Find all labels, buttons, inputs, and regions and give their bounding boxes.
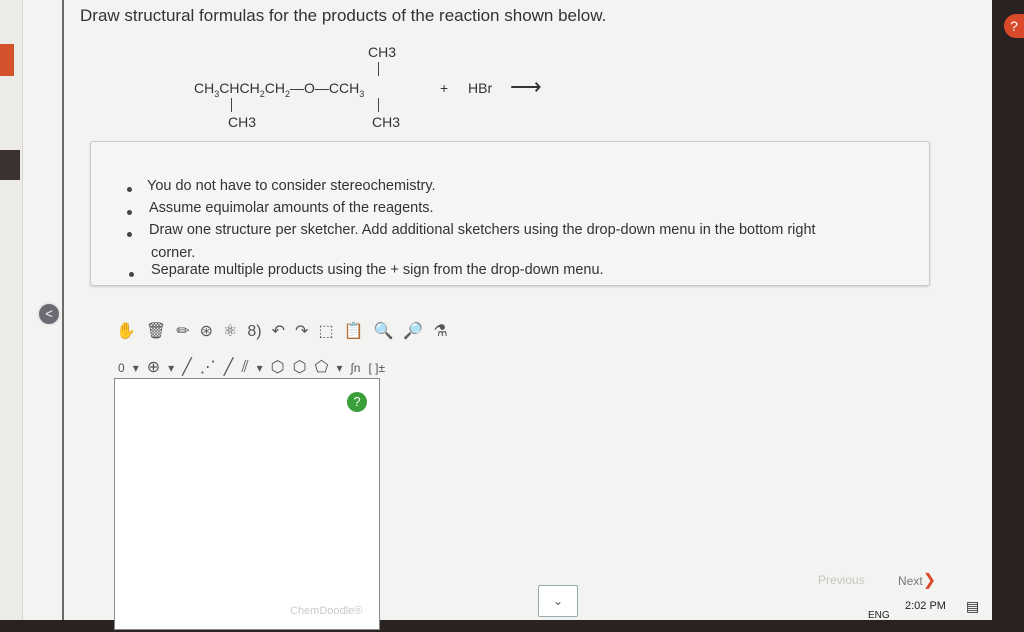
copy-icon[interactable]: ⬚ bbox=[318, 322, 333, 342]
help-icon[interactable]: ? bbox=[1004, 14, 1024, 38]
zoom-in-icon[interactable]: 🔍 bbox=[373, 322, 393, 342]
drawing-canvas[interactable] bbox=[114, 378, 380, 630]
reagent-hbr: HBr bbox=[468, 80, 493, 96]
next-button[interactable]: Next❯ bbox=[898, 570, 936, 590]
left-panel-strip bbox=[0, 0, 23, 620]
plus-sign: + bbox=[440, 80, 449, 96]
ether-oxygen: —O— bbox=[289, 80, 329, 96]
bracket-icon[interactable]: [ ]± bbox=[368, 358, 385, 378]
charge-plus-icon[interactable]: ⊕ bbox=[147, 358, 160, 378]
watermark-text: ChemDoodle® bbox=[290, 605, 363, 617]
undo-icon[interactable]: ↶ bbox=[272, 322, 285, 342]
benzene-icon[interactable]: ⬡ bbox=[293, 358, 307, 378]
dashed-bond-icon[interactable]: ⋰ bbox=[200, 358, 216, 378]
double-bond-icon[interactable]: ⫽ bbox=[241, 358, 248, 378]
instruction-4: Separate multiple products using the + s… bbox=[151, 262, 604, 278]
bottom-left-bond bbox=[231, 98, 232, 112]
notification-icon[interactable]: ▤ bbox=[966, 598, 979, 615]
pentagon-icon[interactable]: ⬠ bbox=[315, 358, 329, 378]
bottom-right-bond bbox=[378, 98, 379, 112]
chevron-down-icon[interactable]: ▾ bbox=[336, 358, 342, 378]
screen: < Draw structural formulas for the produ… bbox=[0, 0, 992, 630]
instruction-1: You do not have to consider stereochemis… bbox=[147, 178, 436, 194]
instruction-3: Draw one structure per sketcher. Add add… bbox=[149, 222, 816, 238]
eraser-icon[interactable]: ✏ bbox=[176, 322, 189, 342]
chevron-down-icon[interactable]: ▾ bbox=[133, 358, 139, 378]
next-label: Next bbox=[898, 574, 923, 588]
bullet-dot bbox=[127, 187, 132, 192]
left-accent-red bbox=[0, 44, 14, 76]
chevron-right-icon: ❯ bbox=[922, 572, 937, 589]
bottom-right-methyl: CH3 bbox=[372, 114, 401, 130]
top-bond bbox=[378, 62, 379, 76]
toolbar-row-1: ✋ 🗑 ✏ ⊛ ⚛ 8) ↶ ↷ ⬚ 📋 🔍 🔎 ⚗ bbox=[116, 318, 448, 346]
panel-divider bbox=[62, 0, 64, 620]
template-icon[interactable]: ⚛ bbox=[223, 322, 237, 342]
bullet-dot bbox=[127, 232, 132, 237]
top-methyl: CH3 bbox=[368, 44, 397, 60]
reaction-arrow: ⟶ bbox=[510, 74, 542, 99]
single-bond-icon[interactable]: ╱ bbox=[182, 358, 192, 378]
ring-icon[interactable]: ⊛ bbox=[200, 322, 213, 342]
sketcher-dropdown[interactable]: ⌄ bbox=[538, 585, 578, 617]
sgroup-icon[interactable]: ∫n bbox=[350, 358, 360, 378]
main-chain: CH3CHCH2CH2—O—CCH3 bbox=[194, 80, 365, 99]
instructions-box: You do not have to consider stereochemis… bbox=[90, 141, 930, 286]
hexagon-icon[interactable]: ⬡ bbox=[271, 358, 285, 378]
zoom-out-icon[interactable]: 🔎 bbox=[403, 322, 423, 342]
charge-selector[interactable]: 0 bbox=[118, 358, 125, 378]
hand-icon[interactable]: ✋ bbox=[116, 322, 136, 342]
paste-icon[interactable]: 📋 bbox=[344, 322, 364, 342]
bullet-dot bbox=[129, 272, 134, 277]
taskbar-clock[interactable]: 2:02 PM bbox=[905, 600, 946, 612]
canvas-help-icon[interactable]: ? bbox=[347, 392, 367, 412]
chevron-down-icon[interactable]: ▾ bbox=[168, 358, 174, 378]
chevron-down-icon[interactable]: ▾ bbox=[257, 358, 263, 378]
collapse-panel-button[interactable]: < bbox=[37, 302, 61, 326]
previous-button[interactable]: Previous bbox=[818, 573, 865, 587]
trash-icon[interactable]: 🗑 bbox=[146, 322, 166, 342]
bottom-left-methyl: CH3 bbox=[228, 114, 257, 130]
bullet-dot bbox=[127, 210, 132, 215]
instruction-2: Assume equimolar amounts of the reagents… bbox=[149, 200, 434, 216]
left-accent-dark bbox=[0, 150, 20, 180]
language-indicator[interactable]: ENG bbox=[868, 610, 890, 621]
lasso-icon[interactable]: 8) bbox=[247, 322, 261, 342]
wedge-bond-icon[interactable]: ╱ bbox=[224, 358, 234, 378]
redo-icon[interactable]: ↷ bbox=[295, 322, 308, 342]
clean-icon[interactable]: ⚗ bbox=[433, 322, 447, 342]
question-text: Draw structural formulas for the product… bbox=[80, 6, 607, 25]
instruction-3-cont: corner. bbox=[151, 245, 196, 261]
